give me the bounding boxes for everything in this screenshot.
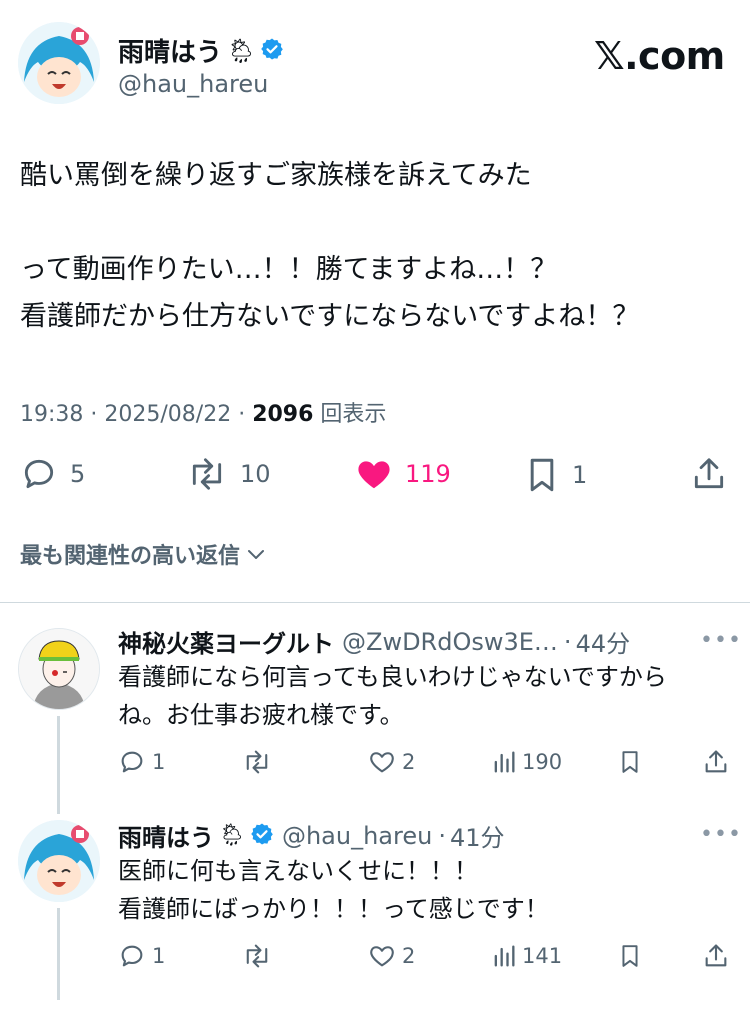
author-handle[interactable]: @hau_hareu bbox=[118, 70, 268, 98]
thread-line bbox=[57, 908, 60, 1000]
share-button[interactable] bbox=[690, 455, 728, 493]
reply-icon bbox=[24, 459, 54, 489]
chevron-down-icon bbox=[248, 550, 265, 559]
retweet-button[interactable]: 10 bbox=[186, 455, 271, 493]
tweet-text: 酷い罵倒を繰り返すご家族様を訴えてみた って動画作りたい…！！勝てますよね…！？… bbox=[20, 160, 640, 332]
reply-avatar[interactable] bbox=[18, 628, 100, 710]
reply-author-name[interactable]: 雨晴はう bbox=[118, 818, 214, 853]
reply-reply-count: 1 bbox=[152, 944, 166, 968]
reply-view-count: 190 bbox=[522, 750, 563, 774]
verified-badge-icon bbox=[260, 37, 284, 65]
heart-icon bbox=[370, 946, 394, 967]
reply-icon bbox=[121, 945, 143, 967]
reply-time[interactable]: 41分 bbox=[450, 818, 505, 853]
reply-like-count: 2 bbox=[402, 944, 416, 968]
analytics-icon bbox=[494, 945, 515, 967]
thread-line bbox=[57, 716, 60, 814]
tweet-meta: 19:38 · 2025/08/22 · 2096 回表示 bbox=[20, 402, 387, 427]
reply-avatar[interactable] bbox=[18, 820, 100, 902]
reply-like-count: 2 bbox=[402, 750, 416, 774]
more-options-icon[interactable]: ••• bbox=[700, 822, 742, 847]
bookmark-count: 1 bbox=[572, 461, 588, 489]
author-name[interactable]: 雨晴はう bbox=[118, 32, 222, 69]
bookmark-icon bbox=[622, 945, 638, 967]
reply-text: 医師に何も言えないくせに！！！ 看護師にばっかり！！！って感じです！ bbox=[118, 857, 549, 923]
reply-separator: · bbox=[438, 821, 446, 850]
reply-reply-count: 1 bbox=[152, 750, 166, 774]
reply-like-button[interactable]: 2 bbox=[368, 748, 415, 776]
reply-like-button[interactable]: 2 bbox=[368, 942, 415, 970]
reply-views-button[interactable]: 141 bbox=[492, 942, 562, 970]
reply-time[interactable]: 44分 bbox=[576, 624, 631, 659]
reply-count: 5 bbox=[70, 460, 86, 488]
reply-sort-dropdown[interactable]: 最も関連性の高い返信 bbox=[20, 538, 268, 570]
reply-author-handle[interactable]: @ZwDRdOsw3E… bbox=[342, 628, 558, 656]
x-logo[interactable]: 𝕏.com bbox=[594, 34, 725, 78]
reply-views-button[interactable]: 190 bbox=[492, 748, 562, 776]
like-count: 119 bbox=[405, 460, 451, 488]
weather-emoji: 🌦 bbox=[218, 823, 246, 848]
retweet-icon bbox=[192, 458, 222, 490]
reply-retweet-button[interactable] bbox=[242, 748, 272, 776]
bookmark-button[interactable]: 1 bbox=[524, 455, 587, 495]
tweet-date[interactable]: 2025/08/22 bbox=[104, 402, 231, 427]
more-options-icon[interactable]: ••• bbox=[700, 628, 742, 653]
like-button[interactable]: 119 bbox=[355, 455, 451, 493]
verified-badge-icon bbox=[250, 822, 274, 850]
bookmark-icon bbox=[530, 458, 554, 492]
retweet-icon bbox=[246, 750, 268, 774]
reply-reply-button[interactable]: 1 bbox=[118, 942, 165, 970]
weather-emoji: 🌦 bbox=[226, 36, 257, 65]
author-avatar[interactable] bbox=[18, 22, 100, 104]
reply-view-count: 141 bbox=[522, 944, 563, 968]
heart-filled-icon bbox=[358, 461, 390, 489]
reply-separator: · bbox=[563, 627, 572, 656]
reply-text: 看護師になら何言っても良いわけじゃないですから ね。お仕事お疲れ様です。 bbox=[118, 663, 667, 729]
tweet-views-count: 2096 bbox=[252, 402, 314, 427]
heart-icon bbox=[370, 752, 394, 773]
share-icon bbox=[705, 944, 727, 967]
reply-share-button[interactable] bbox=[702, 748, 730, 776]
tweet-time[interactable]: 19:38 bbox=[20, 402, 83, 427]
reply-author-handle[interactable]: @hau_hareu bbox=[282, 822, 432, 850]
retweet-icon bbox=[246, 944, 268, 968]
share-icon bbox=[705, 750, 727, 773]
reply-share-button[interactable] bbox=[702, 942, 730, 970]
share-icon bbox=[694, 458, 724, 489]
tweet-views-label: 回表示 bbox=[320, 402, 387, 427]
reply-icon bbox=[121, 751, 143, 773]
sort-label: 最も関連性の高い返信 bbox=[20, 544, 241, 569]
analytics-icon bbox=[494, 751, 515, 773]
reply-retweet-button[interactable] bbox=[242, 942, 272, 970]
reply-button[interactable]: 5 bbox=[20, 455, 85, 493]
bookmark-icon bbox=[622, 751, 638, 773]
reply-bookmark-button[interactable] bbox=[618, 942, 642, 970]
reply-author-name[interactable]: 神秘火薬ヨーグルト bbox=[118, 624, 334, 659]
retweet-count: 10 bbox=[240, 460, 271, 488]
reply-bookmark-button[interactable] bbox=[618, 748, 642, 776]
reply-reply-button[interactable]: 1 bbox=[118, 748, 165, 776]
divider bbox=[0, 602, 750, 603]
